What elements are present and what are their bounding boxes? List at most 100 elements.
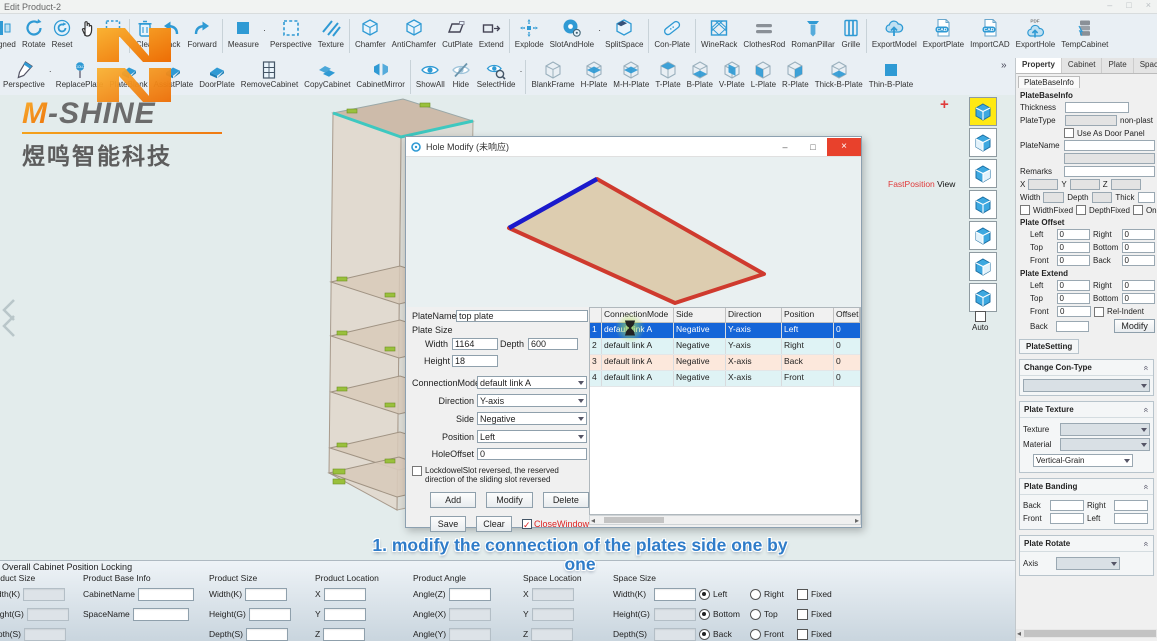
lockdowel-checkbox[interactable]: [412, 466, 422, 476]
platetype-input[interactable]: [1065, 115, 1117, 126]
dialog-close-icon[interactable]: ×: [827, 138, 861, 156]
platename-input[interactable]: [1064, 140, 1155, 151]
dialog-maximize-icon[interactable]: □: [799, 138, 827, 156]
dim-thick-input[interactable]: [1138, 192, 1156, 203]
table-row[interactable]: 4default link ANegativeX-axisFront0: [590, 371, 860, 387]
product-size-height-g-input[interactable]: [249, 608, 291, 621]
space-size-depth-s-input[interactable]: [654, 628, 696, 641]
banding-right-input[interactable]: [1114, 500, 1148, 511]
toolbar-button-removecabinet[interactable]: RemoveCabinet: [238, 59, 301, 94]
column-header-offset[interactable]: Offset: [834, 308, 860, 322]
toolbar-button-selecthide[interactable]: SelectHide: [474, 59, 519, 94]
toolbar-button-rotate[interactable]: Rotate: [19, 16, 49, 57]
axis-select[interactable]: [1056, 557, 1120, 570]
toolbar-button-showall[interactable]: ShowAll: [413, 59, 448, 94]
collapse-icon[interactable]: «: [1141, 484, 1151, 489]
toolbar-button-h-plate[interactable]: H-Plate: [578, 59, 611, 94]
toolbar-button-hide[interactable]: Hide: [448, 59, 474, 94]
toolbar-button-doorplate[interactable]: DoorPlate: [196, 59, 238, 94]
auto-checkbox[interactable]: [975, 311, 986, 322]
radio-front[interactable]: [750, 629, 761, 640]
position-select[interactable]: Left: [477, 430, 587, 443]
dialog-depth-input[interactable]: 600: [528, 338, 578, 350]
extend-front-input[interactable]: 0: [1057, 306, 1091, 317]
toolbar-button-cutplate[interactable]: CutPlate: [439, 16, 476, 57]
pos-y-input[interactable]: [1070, 179, 1100, 190]
offset-bottom-input[interactable]: 0: [1122, 242, 1155, 253]
product-angle-angle-y-input[interactable]: [449, 628, 491, 641]
view-cube-button-5[interactable]: [969, 221, 997, 250]
toolbar-button-l-plate[interactable]: L-Plate: [748, 59, 779, 94]
material-select[interactable]: [1060, 438, 1150, 451]
radio-bottom[interactable]: [699, 609, 710, 620]
side-select[interactable]: Negative: [477, 412, 587, 425]
panel-tab-plate[interactable]: Plate: [1102, 58, 1133, 73]
toolbar-button-explode[interactable]: Explode: [512, 16, 547, 57]
banding-front-input[interactable]: [1050, 513, 1084, 524]
extend-left-input[interactable]: 0: [1057, 280, 1090, 291]
toolbar-overflow-icon[interactable]: »: [1001, 60, 1006, 71]
toolbar-button-blankframe[interactable]: BlankFrame: [528, 59, 577, 94]
collapse-icon[interactable]: «: [1141, 407, 1151, 412]
toolbar-button-extend[interactable]: Extend: [476, 16, 507, 57]
window-minimize-icon[interactable]: –: [1107, 0, 1112, 10]
row-number-header[interactable]: [590, 308, 602, 322]
holeoffset-input[interactable]: 0: [477, 448, 587, 460]
column-header-direction[interactable]: Direction: [726, 308, 782, 322]
view-cube-button-6[interactable]: [969, 252, 997, 281]
toolbar-button-m-h-plate[interactable]: M-H-Plate: [610, 59, 652, 94]
toolbar-button-v-plate[interactable]: V-Plate: [716, 59, 748, 94]
space-size-width-k-input[interactable]: [654, 588, 696, 601]
closewindow-checkbox[interactable]: ✓: [522, 519, 532, 529]
toolbar-button-forward[interactable]: Forward: [184, 16, 219, 57]
extend-right-input[interactable]: 0: [1122, 280, 1155, 291]
toolbar-button-texture[interactable]: Texture: [315, 16, 347, 57]
toolbar-button-thin-b-plate[interactable]: Thin-B-Plate: [866, 59, 916, 94]
view-cube-button-7[interactable]: [969, 283, 997, 312]
extend-top-input[interactable]: 0: [1057, 293, 1090, 304]
extend-modify-button[interactable]: Modify: [1114, 319, 1155, 333]
collapse-left-icon[interactable]: [0, 296, 18, 340]
toolbar-button-reset[interactable]: Reset: [49, 16, 76, 57]
pos-z-input[interactable]: [1111, 179, 1141, 190]
product-size-depth-s-input[interactable]: [246, 628, 288, 641]
toolbar-button-cabinetmirror[interactable]: CabinetMirror: [353, 59, 407, 94]
space-size-height-g-input[interactable]: [654, 608, 696, 621]
clear-button[interactable]: Clear: [476, 516, 512, 532]
extend-bottom-input[interactable]: 0: [1122, 293, 1155, 304]
extend-back-input[interactable]: [1056, 321, 1089, 332]
offset-left-input[interactable]: 0: [1057, 229, 1090, 240]
toolbar-button-b-plate[interactable]: B-Plate: [684, 59, 716, 94]
product-base-info-spacename-input[interactable]: [133, 608, 189, 621]
subtab-platebaseinfo[interactable]: PlateBaseInfo: [1018, 76, 1080, 88]
window-maximize-icon[interactable]: □: [1126, 0, 1131, 10]
platesetting-tab[interactable]: PlateSetting: [1019, 339, 1079, 354]
column-header-side[interactable]: Side: [674, 308, 726, 322]
radio-back[interactable]: [699, 629, 710, 640]
save-button[interactable]: Save: [430, 516, 466, 532]
view-cube-button-1[interactable]: [969, 97, 997, 126]
product-size-depth-s-input[interactable]: [24, 628, 66, 641]
table-scrollbar[interactable]: ◂▸: [589, 515, 861, 525]
toolbar-button-copycabinet[interactable]: CopyCabinet: [301, 59, 353, 94]
collapse-icon[interactable]: «: [1141, 541, 1151, 546]
toolbar-button-exportmodel[interactable]: ExportModel: [869, 16, 920, 57]
space-location-z-input[interactable]: [531, 628, 573, 641]
dropdown-dot-icon[interactable]: ·: [49, 66, 52, 88]
delete-button[interactable]: Delete: [543, 492, 589, 508]
panel-tab-cabinet[interactable]: Cabinet: [1062, 58, 1103, 73]
space-location-x-input[interactable]: [532, 588, 574, 601]
onekey-checkbox[interactable]: [1133, 205, 1143, 215]
dim-width-input[interactable]: [1043, 192, 1064, 203]
offset-front-input[interactable]: 0: [1057, 255, 1090, 266]
modify-button[interactable]: Modify: [486, 492, 532, 508]
panel-tab-spacetr[interactable]: SpaceTr: [1134, 58, 1157, 73]
offset-right-input[interactable]: 0: [1122, 229, 1155, 240]
radio-top[interactable]: [750, 609, 761, 620]
toolbar-button-chamfer[interactable]: Chamfer: [352, 16, 389, 57]
product-base-info-cabinetname-input[interactable]: [138, 588, 194, 601]
rel-indent-checkbox[interactable]: [1094, 307, 1104, 317]
radio-left[interactable]: [699, 589, 710, 600]
product-angle-angle-z-input[interactable]: [449, 588, 491, 601]
toolbar-button-exportplate[interactable]: CADExportPlate: [920, 16, 967, 57]
